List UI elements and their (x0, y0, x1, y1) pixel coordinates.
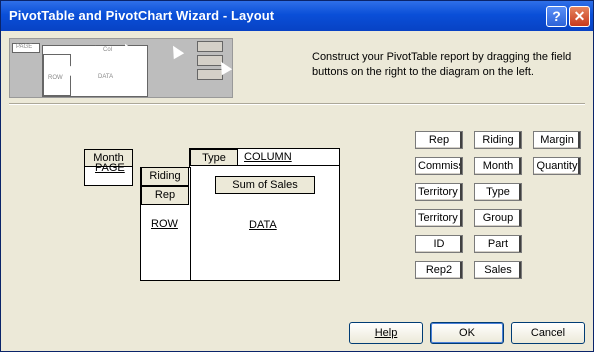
data-area-label: DATA (249, 219, 277, 231)
cursor-icon (167, 42, 185, 60)
field-button-rep[interactable]: Rep (415, 131, 463, 149)
help-button[interactable]: Help (349, 322, 423, 344)
field-button-rep2[interactable]: Rep2 (415, 261, 463, 279)
cancel-button[interactable]: Cancel (511, 322, 585, 344)
preview-data-label: DATA (98, 74, 114, 80)
field-button-group[interactable]: Group (474, 209, 522, 227)
preview-page-label: PAGE (16, 44, 33, 50)
close-icon[interactable]: ✕ (569, 6, 590, 27)
column-field-type[interactable]: Type (190, 149, 238, 166)
row-field-riding[interactable]: Riding (141, 167, 189, 186)
title-bar[interactable]: PivotTable and PivotChart Wizard - Layou… (1, 1, 593, 31)
page-area-label: PAGE (95, 162, 125, 174)
column-area-divider (190, 165, 339, 166)
field-button-riding[interactable]: Riding (474, 131, 522, 149)
field-button-territory-2[interactable]: Territory I (415, 209, 463, 227)
field-button-sales[interactable]: Sales (474, 261, 522, 279)
field-button-margin[interactable]: Margin (533, 131, 581, 149)
preview-illustration: PAGE ROW DATA Col (9, 38, 233, 98)
pivot-wizard-dialog: PivotTable and PivotChart Wizard - Layou… (0, 0, 594, 352)
instructions-text: Construct your PivotTable report by drag… (312, 51, 572, 78)
preview-field-btn-1 (197, 41, 223, 52)
help-icon[interactable]: ? (546, 6, 567, 27)
column-area-label: COLUMN (244, 151, 292, 163)
preview-page-box: PAGE (12, 43, 40, 53)
help-button-label: Help (374, 327, 398, 339)
page-area[interactable]: PAGE (84, 162, 133, 186)
separator (9, 103, 585, 105)
row-field-rep[interactable]: Rep (141, 186, 189, 205)
data-field-sum-of-sales[interactable]: Sum of Sales (215, 176, 315, 194)
data-area[interactable]: DATA (189, 148, 340, 281)
field-button-month[interactable]: Month (474, 157, 522, 175)
field-button-quantity[interactable]: Quantity (533, 157, 581, 175)
field-button-territory-1[interactable]: Territory I (415, 183, 463, 201)
field-button-id[interactable]: ID (415, 235, 463, 253)
preview-row-label: ROW (48, 75, 63, 81)
field-button-commission[interactable]: Commissio (415, 157, 463, 175)
field-button-type[interactable]: Type (474, 183, 522, 201)
window-title: PivotTable and PivotChart Wizard - Layou… (9, 8, 275, 23)
ok-button[interactable]: OK (430, 322, 504, 344)
field-button-part[interactable]: Part (474, 235, 522, 253)
row-area-label: ROW (151, 218, 178, 230)
